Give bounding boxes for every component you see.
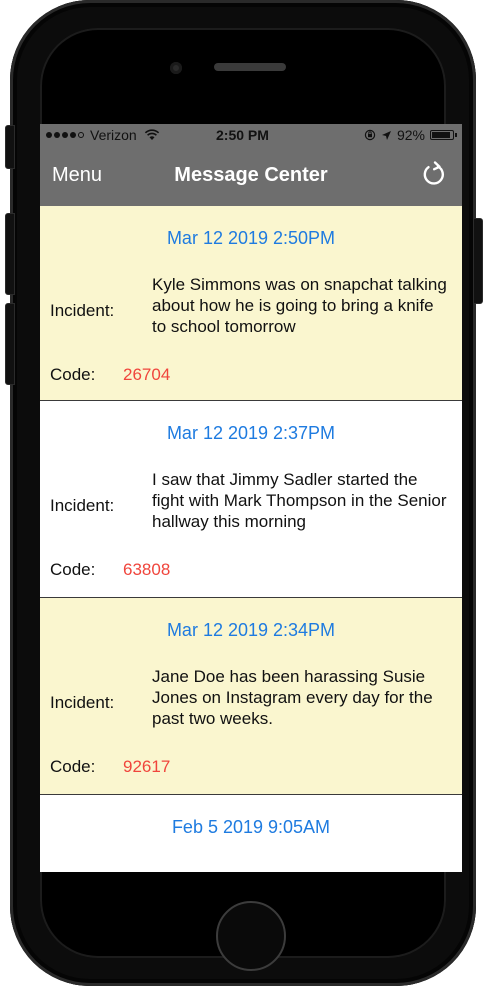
- incident-label: Incident:: [50, 496, 115, 515]
- message-item[interactable]: Mar 12 2019 2:50PM Incident: Kyle Simmon…: [40, 206, 462, 401]
- message-date: Mar 12 2019 2:37PM: [166, 423, 336, 443]
- signal-dots-icon: [46, 132, 84, 138]
- incident-text: Jane Doe has been harassing Susie Jones …: [152, 667, 433, 728]
- message-date: Feb 5 2019 9:05AM: [171, 817, 331, 837]
- incident-text: Kyle Simmons was on snapchat talking abo…: [152, 275, 447, 336]
- message-item[interactable]: Mar 12 2019 2:37PM Incident: I saw that …: [40, 401, 462, 598]
- earpiece-speaker: [214, 63, 286, 71]
- status-bar: Verizon 2:50 PM 92%: [40, 124, 462, 146]
- code-value: 92617: [123, 757, 171, 776]
- status-left: Verizon: [46, 127, 160, 143]
- code-label: Code:: [50, 365, 96, 384]
- incident-text: I saw that Jimmy Sadler started the figh…: [152, 470, 447, 531]
- refresh-button[interactable]: [418, 159, 450, 191]
- volume-up-button: [5, 213, 15, 295]
- message-date: Mar 12 2019 2:34PM: [166, 620, 336, 640]
- refresh-icon: [423, 161, 445, 185]
- page-title: Message Center: [174, 164, 328, 186]
- power-button: [473, 218, 483, 304]
- code-label: Code:: [50, 757, 96, 776]
- code-value: 26704: [123, 365, 171, 384]
- volume-down-button: [5, 303, 15, 385]
- battery-icon: [430, 130, 457, 140]
- menu-button[interactable]: Menu: [52, 164, 102, 187]
- app-screen: Verizon 2:50 PM 92% Menu Message Center …: [40, 124, 462, 872]
- message-date: Mar 12 2019 2:50PM: [166, 228, 336, 248]
- front-camera: [170, 62, 182, 74]
- status-right: 92%: [364, 127, 457, 143]
- silent-switch: [5, 125, 15, 169]
- incident-label: Incident:: [50, 301, 115, 320]
- location-icon: [381, 130, 391, 140]
- message-item[interactable]: Feb 5 2019 9:05AM: [40, 795, 462, 872]
- carrier-name: Verizon: [90, 127, 137, 143]
- message-item[interactable]: Mar 12 2019 2:34PM Incident: Jane Doe ha…: [40, 598, 462, 795]
- code-label: Code:: [50, 560, 96, 579]
- battery-percent: 92%: [396, 127, 425, 143]
- battery-fill: [432, 132, 451, 138]
- message-feed: Mar 12 2019 2:50PM Incident: Kyle Simmon…: [40, 206, 462, 872]
- navigation-bar: Menu Message Center: [40, 146, 462, 206]
- code-value: 63808: [123, 560, 171, 579]
- home-button[interactable]: [216, 901, 286, 971]
- wifi-icon: [144, 129, 159, 140]
- incident-label: Incident:: [50, 693, 115, 712]
- orientation-lock-icon: [364, 129, 376, 141]
- status-time: 2:50 PM: [216, 127, 269, 143]
